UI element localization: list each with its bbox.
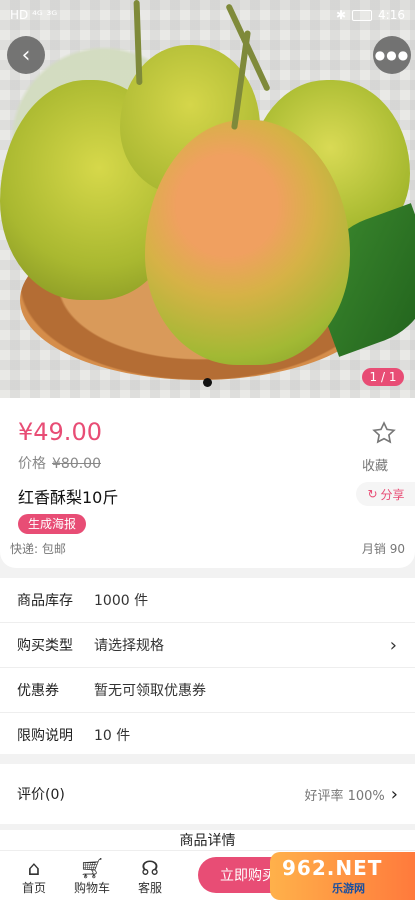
details-section-title: 商品详情 xyxy=(0,830,415,850)
star-icon xyxy=(372,421,396,444)
signal-indicators: HD ⁴ᴳ ³ᴳ xyxy=(10,8,57,22)
stock-row: 商品库存 1000 件 xyxy=(0,578,415,623)
chevron-right-icon: › xyxy=(389,634,397,656)
row-value: 暂无可领取优惠券 xyxy=(94,683,206,699)
pear-image xyxy=(145,120,350,365)
original-price-value: ¥80.00 xyxy=(52,456,101,472)
gallery-dot-indicator xyxy=(203,378,212,387)
row-value: 1000 件 xyxy=(94,593,149,609)
back-button[interactable]: ‹ xyxy=(7,36,45,74)
more-button[interactable]: ●●● xyxy=(373,36,411,74)
generate-poster-button[interactable]: 生成海报 xyxy=(18,514,87,534)
product-summary-card: ¥49.00 价格 ¥80.00 收藏 红香酥梨10斤 ↻ 分享 生成海报 快递: … xyxy=(0,398,415,568)
reviews-label: 评价(0) xyxy=(17,787,65,803)
purchase-limit-row: 限购说明 10 件 xyxy=(0,713,415,757)
headset-icon: ☊ xyxy=(141,855,159,880)
product-title: 红香酥梨10斤 xyxy=(18,488,119,507)
home-label: 首页 xyxy=(21,880,46,895)
service-label: 客服 xyxy=(137,880,162,895)
share-button[interactable]: ↻ 分享 xyxy=(356,482,415,506)
coupon-row: 优惠券 暂无可领取优惠券 xyxy=(0,668,415,713)
watermark-sub: 乐游网 xyxy=(332,882,365,895)
favorite-button[interactable] xyxy=(370,420,398,450)
chevron-right-icon: › xyxy=(390,783,398,805)
reviews-row[interactable]: 评价(0) 好评率 100% › xyxy=(0,764,415,824)
product-price: ¥49.00 xyxy=(18,418,102,446)
cart-icon: 🛒︎ xyxy=(79,855,105,880)
gallery-counter: 1 / 1 xyxy=(362,368,404,386)
product-image-gallery[interactable]: 1 / 1 xyxy=(0,0,415,398)
original-price-label: 价格 xyxy=(18,456,46,472)
row-value: 10 件 xyxy=(94,728,131,744)
row-value: 请选择规格 xyxy=(94,638,164,654)
home-icon: ⌂ xyxy=(27,855,41,880)
clock: 4:16 xyxy=(378,8,405,22)
status-right: ✱ 4:16 xyxy=(336,8,405,22)
bluetooth-icon: ✱ xyxy=(335,8,347,22)
favorite-label: 收藏 xyxy=(362,459,389,474)
spec-select-row[interactable]: 购买类型 请选择规格 › xyxy=(0,623,415,668)
more-dots-icon: ●●● xyxy=(374,48,410,62)
share-label: 分享 xyxy=(380,487,405,502)
status-bar: HD ⁴ᴳ ³ᴳ ✱ 4:16 xyxy=(0,0,415,30)
chevron-left-icon: ‹ xyxy=(21,42,31,68)
row-key: 商品库存 xyxy=(17,593,73,609)
home-button[interactable]: ⌂ 首页 xyxy=(5,851,63,901)
row-key: 优惠券 xyxy=(17,683,59,699)
positive-rate: 好评率 100% xyxy=(304,788,385,804)
cart-label: 购物车 xyxy=(73,880,110,895)
share-icon: ↻ xyxy=(367,487,378,501)
shipping-info: 快递: 包邮 xyxy=(10,542,66,556)
monthly-sales: 月销 90 xyxy=(361,542,405,556)
customer-service-button[interactable]: ☊ 客服 xyxy=(121,851,179,901)
signal-text: HD ⁴ᴳ ³ᴳ xyxy=(10,8,58,22)
battery-icon xyxy=(352,9,373,21)
row-key: 限购说明 xyxy=(17,728,73,744)
original-price: 价格 ¥80.00 xyxy=(18,453,101,473)
site-watermark: 962.NET 乐游网 xyxy=(270,852,415,900)
product-info-list: 商品库存 1000 件 购买类型 请选择规格 › 优惠券 暂无可领取优惠券 限购… xyxy=(0,578,415,754)
watermark-brand: 962.NET xyxy=(282,856,383,880)
cart-button[interactable]: 🛒︎ 购物车 xyxy=(63,851,121,901)
row-key: 购买类型 xyxy=(17,638,73,654)
